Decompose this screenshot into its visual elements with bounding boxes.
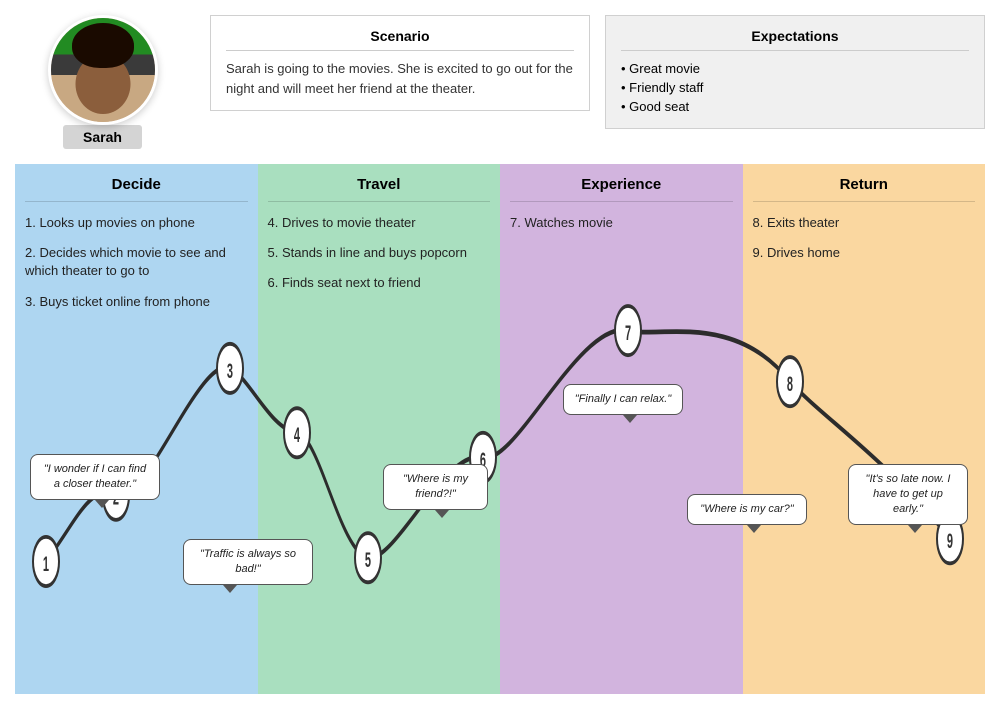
expectations-list: Great movie Friendly staff Good seat	[621, 59, 969, 116]
expectations-title: Expectations	[621, 28, 969, 51]
scenario-text: Sarah is going to the movies. She is exc…	[226, 59, 574, 98]
step-1: 1. Looks up movies on phone	[25, 214, 248, 232]
bubble1-text: "I wonder if I can find a closer theater…	[44, 463, 146, 490]
column-return: Return 8. Exits theater 9. Drives home	[743, 164, 986, 694]
step-5: 5. Stands in line and buys popcorn	[268, 244, 491, 262]
speech-bubble-2: "Traffic is always so bad!"	[183, 539, 313, 593]
bubble2-text: "Traffic is always so bad!"	[200, 548, 296, 575]
step-7: 7. Watches movie	[510, 214, 733, 232]
column-decide-header: Decide	[25, 176, 248, 202]
speech-bubble-1: "I wonder if I can find a closer theater…	[30, 454, 160, 508]
avatar	[48, 15, 158, 125]
column-travel-header: Travel	[268, 176, 491, 202]
column-travel: Travel 4. Drives to movie theater 5. Sta…	[258, 164, 501, 694]
step-2: 2. Decides which movie to see and which …	[25, 244, 248, 280]
expectation-item-2: Friendly staff	[621, 78, 969, 97]
speech-bubble-6: "It's so late now. I have to get up earl…	[848, 464, 968, 533]
column-decide: Decide 1. Looks up movies on phone 2. De…	[15, 164, 258, 694]
header-section: Sarah Scenario Sarah is going to the mov…	[15, 15, 985, 149]
column-return-header: Return	[753, 176, 976, 202]
step-6: 6. Finds seat next to friend	[268, 274, 491, 292]
bubble5-text: "Where is my car?"	[700, 503, 793, 515]
column-experience: Experience 7. Watches movie	[500, 164, 743, 694]
journey-map: Decide 1. Looks up movies on phone 2. De…	[15, 164, 985, 694]
main-container: Sarah Scenario Sarah is going to the mov…	[0, 0, 1000, 709]
scenario-box: Scenario Sarah is going to the movies. S…	[210, 15, 590, 111]
speech-bubble-3: "Where is my friend?!"	[383, 464, 488, 518]
bubble3-text: "Where is my friend?!"	[403, 473, 468, 500]
expectations-box: Expectations Great movie Friendly staff …	[605, 15, 985, 129]
step-8: 8. Exits theater	[753, 214, 976, 232]
step-4: 4. Drives to movie theater	[268, 214, 491, 232]
bubble4-text: "Finally I can relax."	[575, 393, 671, 405]
expectation-item-3: Good seat	[621, 97, 969, 116]
step-3: 3. Buys ticket online from phone	[25, 293, 248, 311]
speech-bubble-5: "Where is my car?"	[687, 494, 807, 533]
speech-bubble-4: "Finally I can relax."	[563, 384, 683, 423]
persona-name: Sarah	[63, 125, 142, 149]
step-9: 9. Drives home	[753, 244, 976, 262]
scenario-title: Scenario	[226, 28, 574, 51]
expectation-item-1: Great movie	[621, 59, 969, 78]
persona-area: Sarah	[15, 15, 190, 149]
bubble6-text: "It's so late now. I have to get up earl…	[866, 473, 951, 515]
column-experience-header: Experience	[510, 176, 733, 202]
